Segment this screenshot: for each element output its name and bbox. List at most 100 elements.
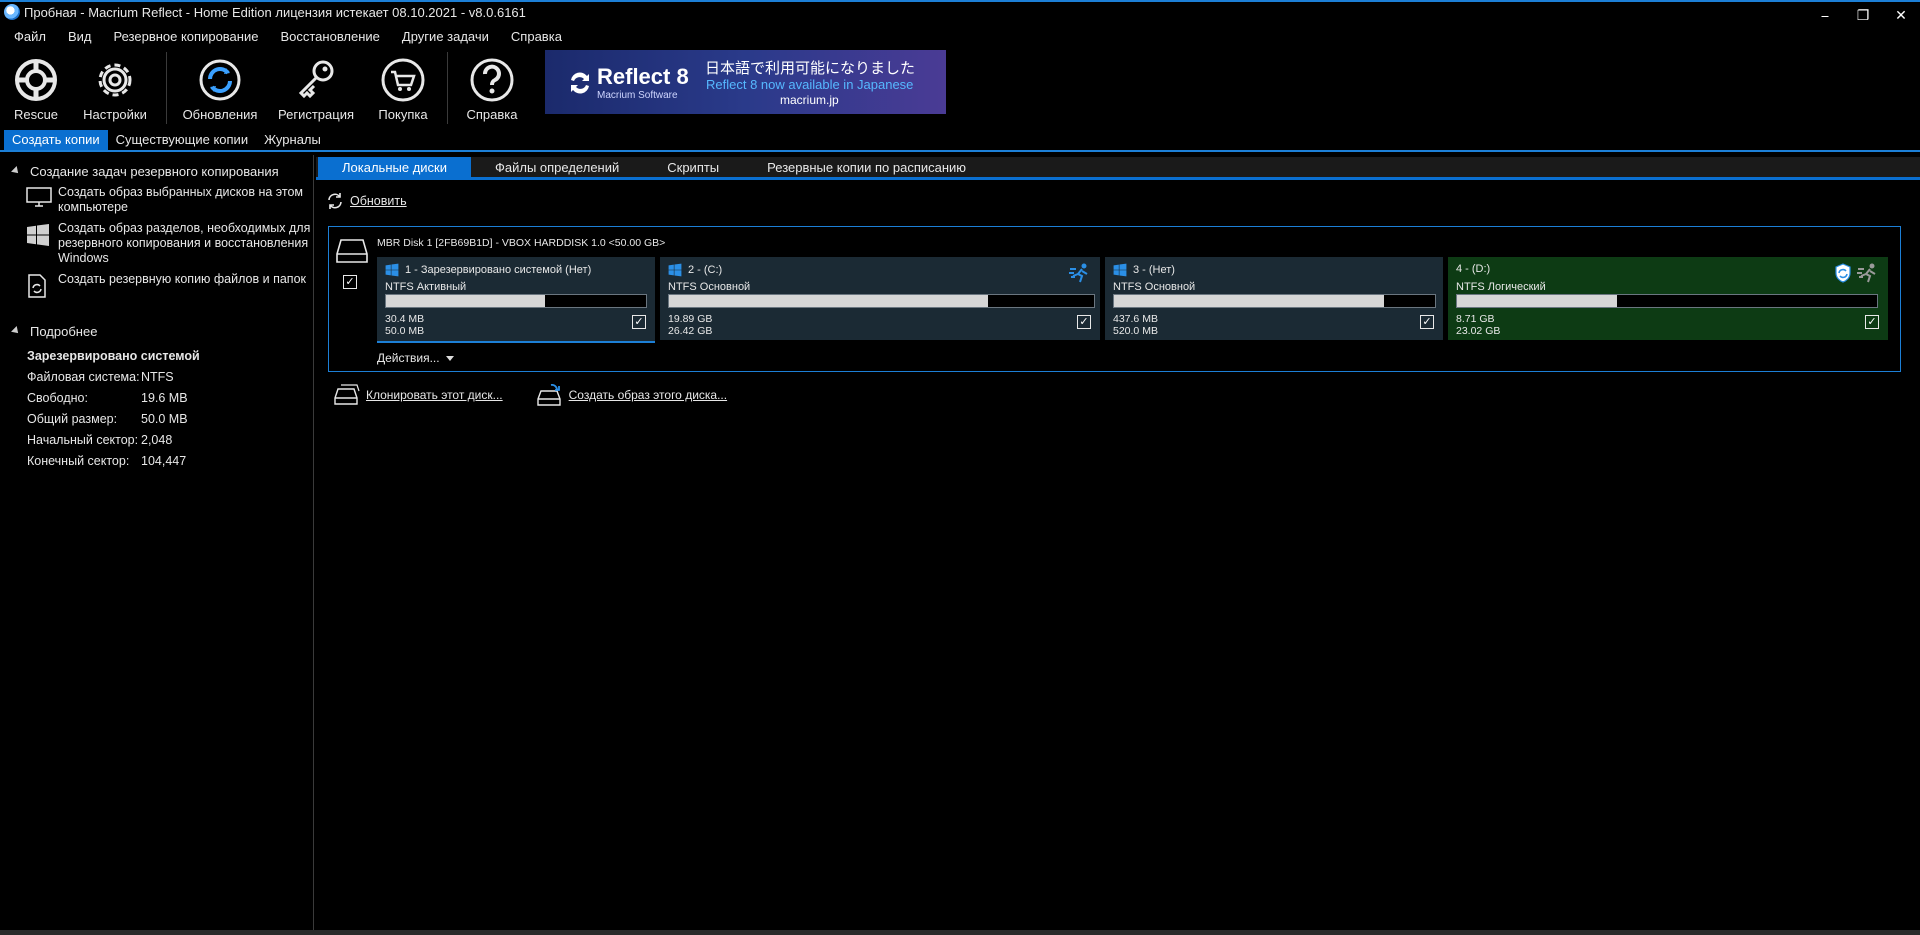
- tab-scheduled-backups[interactable]: Резервные копии по расписанию: [743, 157, 990, 177]
- tab-create-backups[interactable]: Создать копии: [4, 130, 108, 150]
- partition-name: 4 - (D:): [1456, 263, 1491, 275]
- partition-used: 8.71 GB: [1456, 313, 1495, 325]
- banner-jp-text: 日本語で利用可能になりました: [705, 59, 916, 77]
- partition-4[interactable]: 4 - (D:) NTFS Логический 8.71 GB 23.02 G…: [1448, 257, 1888, 340]
- usage-fill: [386, 295, 545, 307]
- menu-other-tasks[interactable]: Другие задачи: [394, 27, 497, 47]
- actions-dropdown[interactable]: Действия...: [377, 351, 454, 365]
- rescue-label: Rescue: [13, 107, 59, 122]
- partition-1[interactable]: 1 - Зарезервировано системой (Нет) NTFS …: [377, 257, 655, 343]
- tab-logs[interactable]: Журналы: [256, 130, 329, 150]
- partition-used: 19.89 GB: [668, 313, 713, 325]
- detail-row: Свободно: 19.6 MB: [27, 390, 188, 405]
- cart-icon: [381, 58, 425, 102]
- details-panel: Зарезервировано системой Файловая систем…: [0, 345, 313, 471]
- question-icon: [470, 58, 514, 102]
- windows-icon: [1113, 263, 1127, 277]
- partition-checkbox[interactable]: ✓: [1420, 315, 1434, 329]
- details-title: Зарезервировано системой: [27, 348, 200, 363]
- disk-panel[interactable]: MBR Disk 1 [2FB69B1D] - VBOX HARDDISK 1.…: [328, 226, 1901, 372]
- monitor-icon: [26, 187, 52, 207]
- menu-restore[interactable]: Восстановление: [272, 27, 387, 47]
- partition-2[interactable]: 2 - (C:) NTFS Основной 19.89 GB 26.42 GB…: [660, 257, 1100, 340]
- promo-banner[interactable]: Reflect 8 Macrium Software 日本語で利用可能になりまし…: [545, 50, 946, 114]
- caret-down-icon: [445, 355, 454, 361]
- usage-fill: [1114, 295, 1384, 307]
- tab-existing-backups[interactable]: Существующие копии: [108, 130, 256, 150]
- detail-row: Файловая система: NTFS: [27, 369, 174, 384]
- disk-checkbox[interactable]: ✓: [343, 275, 357, 289]
- updates-label: Обновления: [182, 107, 258, 122]
- update-icon: [199, 59, 241, 101]
- usage-bar: [385, 294, 647, 308]
- partition-type: NTFS Активный: [385, 281, 467, 293]
- usage-bar: [1113, 294, 1436, 308]
- left-panel: Создание задач резервного копирования Со…: [0, 155, 314, 935]
- partition-type: NTFS Логический: [1456, 281, 1546, 293]
- partition-name: 2 - (C:): [688, 264, 723, 276]
- registration-button[interactable]: Регистрация: [265, 50, 367, 124]
- help-button[interactable]: Справка: [456, 50, 528, 124]
- clone-disk-link[interactable]: Клонировать этот диск...: [334, 384, 503, 406]
- partition-3[interactable]: 3 - (Нет) NTFS Основной 437.6 MB 520.0 M…: [1105, 257, 1443, 340]
- settings-label: Настройки: [83, 107, 147, 122]
- details-section-header[interactable]: Подробнее: [0, 321, 313, 341]
- detail-row: Общий размер: 50.0 MB: [27, 411, 188, 426]
- toolbar-separator: [166, 52, 167, 124]
- collapse-triangle-icon: [11, 326, 21, 336]
- usage-fill: [669, 295, 988, 307]
- tasks-header-label: Создание задач резервного копирования: [30, 163, 279, 179]
- menu-file[interactable]: Файл: [6, 27, 54, 47]
- menu-bar: Файл Вид Резервное копирование Восстанов…: [0, 27, 570, 47]
- partition-name: 3 - (Нет): [1133, 264, 1175, 276]
- tasks-section-header[interactable]: Создание задач резервного копирования: [0, 161, 313, 181]
- task-backup-files[interactable]: Создать резервную копию файлов и папок: [0, 272, 313, 301]
- menu-view[interactable]: Вид: [60, 27, 100, 47]
- purchase-button[interactable]: Покупка: [367, 50, 439, 124]
- key-icon: [298, 60, 334, 99]
- tab-local-disks[interactable]: Локальные диски: [318, 157, 471, 177]
- tab-definition-files[interactable]: Файлы определений: [471, 157, 643, 177]
- clone-disk-icon: [334, 384, 360, 405]
- usage-bar: [1456, 294, 1878, 308]
- detail-row: Конечный сектор: 104,447: [27, 453, 187, 468]
- refresh-label: Обновить: [350, 194, 407, 208]
- window-controls: ⎯ ❐ ✕: [1806, 2, 1920, 24]
- purchase-label: Покупка: [378, 107, 428, 122]
- hard-disk-icon: [336, 238, 368, 267]
- refresh-icon: [328, 193, 342, 209]
- menu-backup[interactable]: Резервное копирование: [106, 27, 267, 47]
- usage-fill: [1457, 295, 1617, 307]
- partition-total: 26.42 GB: [668, 325, 713, 337]
- banner-logo: Reflect 8 Macrium Software: [567, 64, 689, 101]
- banner-en-text: Reflect 8 now available in Japanese: [706, 77, 914, 92]
- updates-button[interactable]: Обновления: [175, 50, 265, 124]
- rescue-button[interactable]: Rescue: [0, 50, 72, 124]
- partition-checkbox[interactable]: ✓: [632, 315, 646, 329]
- tab-scripts[interactable]: Скрипты: [643, 157, 743, 177]
- close-button[interactable]: ✕: [1882, 2, 1920, 28]
- image-disk-link[interactable]: Создать образ этого диска...: [536, 384, 728, 406]
- file-backup-icon: [28, 274, 46, 298]
- partition-checkbox[interactable]: ✓: [1077, 315, 1091, 329]
- gear-icon: [98, 63, 132, 97]
- disk-title: MBR Disk 1 [2FB69B1D] - VBOX HARDDISK 1.…: [377, 237, 666, 249]
- task-image-disks-label: Создать образ выбранных дисков на этом к…: [58, 185, 304, 214]
- restore-button[interactable]: ❐: [1844, 2, 1882, 28]
- partition-name: 1 - Зарезервировано системой (Нет): [405, 264, 592, 276]
- details-header-label: Подробнее: [30, 323, 98, 339]
- partition-checkbox[interactable]: ✓: [1865, 315, 1879, 329]
- refresh-link[interactable]: Обновить: [326, 192, 407, 210]
- toolbar: Rescue Настройки Обновления Регистрация: [0, 50, 528, 128]
- menu-help[interactable]: Справка: [503, 27, 570, 47]
- status-bar: [0, 930, 1920, 935]
- task-image-disks[interactable]: Создать образ выбранных дисков на этом к…: [0, 185, 313, 215]
- settings-button[interactable]: Настройки: [72, 50, 158, 124]
- image-disk-label: Создать образ этого диска...: [568, 388, 728, 402]
- banner-product: Reflect 8: [597, 64, 689, 89]
- minimize-button[interactable]: ⎯: [1806, 2, 1844, 28]
- banner-url: macrium.jp: [780, 93, 839, 107]
- task-image-windows[interactable]: Создать образ разделов, необходимых для …: [0, 221, 313, 266]
- partition-used: 437.6 MB: [1113, 313, 1158, 325]
- windows-icon: [385, 263, 399, 277]
